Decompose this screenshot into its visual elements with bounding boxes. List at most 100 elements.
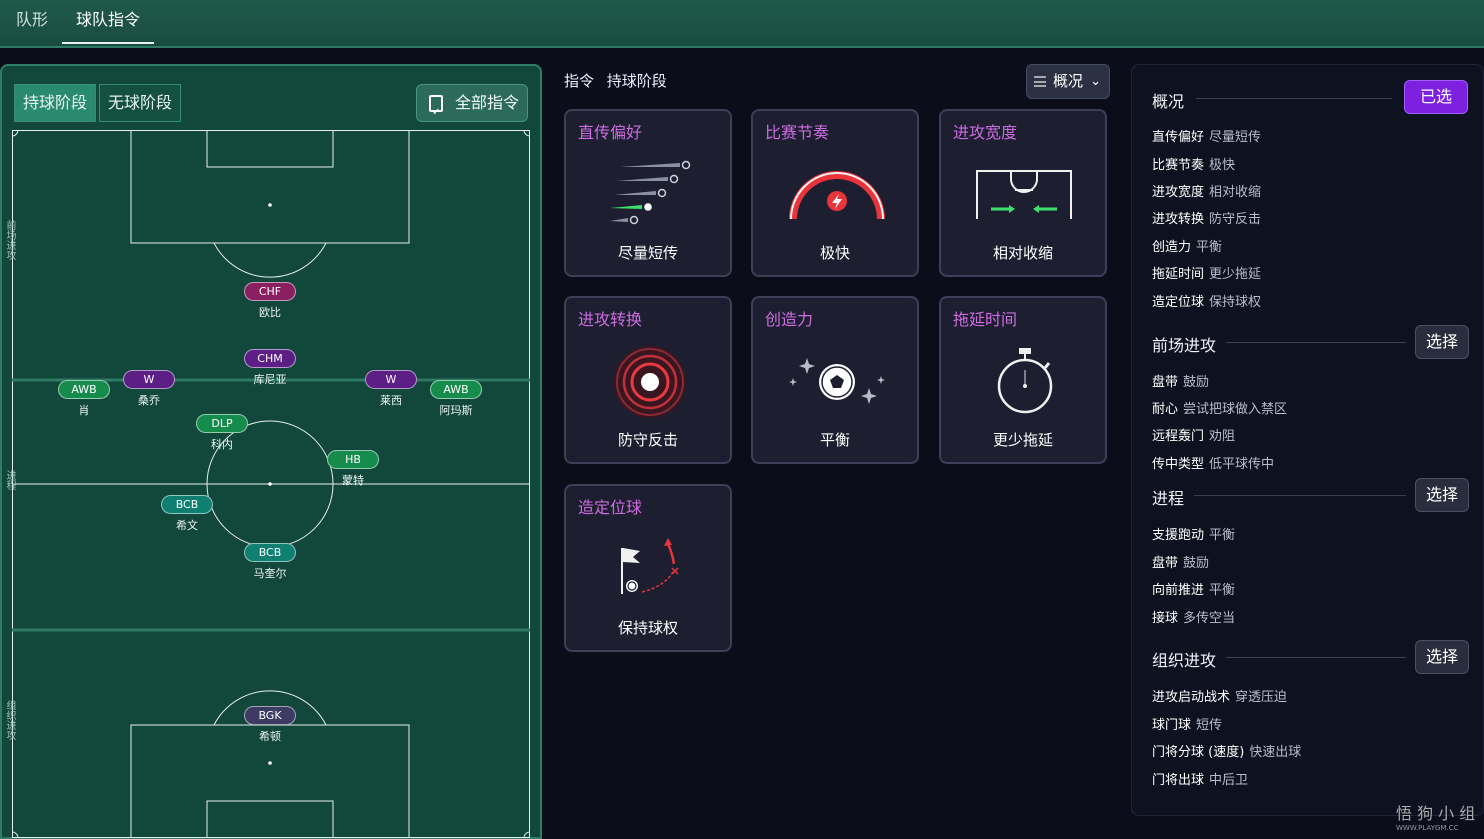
pitch: 前场进攻 进程 组织进攻 CHF 欧比 CHM 库尼亚 W 桑乔 W 莱西 AW… [4, 130, 530, 838]
summary-row: 拖延时间 更少拖延 [1152, 267, 1262, 282]
role-badge: W [123, 370, 175, 389]
summary-row: 门将分球 (速度) 快速出球 [1152, 745, 1302, 760]
role-badge: BCB [161, 495, 213, 514]
player-bcb-center[interactable]: BCB 马奎尔 [230, 541, 310, 581]
player-name: 希文 [176, 519, 198, 532]
summary-row: 直传偏好 尽量短传 [1152, 130, 1262, 145]
divider [1226, 342, 1406, 343]
role-badge: AWB [58, 380, 110, 399]
card-value: 极快 [819, 244, 850, 262]
role-badge: BGK [244, 706, 296, 725]
all-instructions-button[interactable]: 全部指令 [416, 84, 528, 131]
player-awb-right[interactable]: AWB 阿玛斯 [416, 378, 496, 418]
overview-selected-button[interactable]: 已选 [1404, 80, 1468, 114]
card-value: 保持球权 [617, 619, 678, 637]
role-badge: CHF [244, 282, 296, 301]
all-instructions-label: 全部指令 [455, 93, 520, 112]
player-dlp[interactable]: DLP 科内 [182, 412, 262, 452]
summary-row: 造定位球 保持球权 [1152, 295, 1262, 310]
section-title-overview: 概况 [1152, 92, 1185, 111]
section-title-final-third: 前场进攻 [1152, 336, 1217, 355]
summary-row: 传中类型 低平球传中 [1152, 457, 1275, 472]
card-value: 防守反击 [617, 431, 678, 449]
card-set-pieces[interactable]: 造定位球 保持球权 [564, 484, 732, 652]
build-up-select-button[interactable]: 选择 [1415, 640, 1469, 674]
player-chf[interactable]: CHF 欧比 [230, 280, 310, 320]
card-time-wasting[interactable]: 拖延时间 更少拖延 [939, 296, 1107, 464]
summary-row: 远程轰门 劝阻 [1152, 429, 1236, 444]
watermark-main: 悟 狗 小 组 [1396, 804, 1476, 823]
divider [1196, 98, 1392, 99]
stopwatch-icon [997, 348, 1053, 414]
view-dropdown[interactable]: 概况 ⌄ [1026, 64, 1110, 99]
card-value: 更少拖延 [992, 431, 1053, 449]
summary-panel: 概况 已选 直传偏好 尽量短传 比赛节奏 极快 进攻宽度 相对收缩 进攻转换 防守反击 … [1131, 64, 1484, 816]
card-title: 造定位球 [578, 498, 643, 517]
summary-row: 门将出球 中后卫 [1152, 773, 1249, 788]
card-attacking-width[interactable]: 进攻宽度 相对收缩 [939, 109, 1107, 277]
watermark-sub: WWW.PLAYGM.CC [1396, 824, 1459, 832]
card-creativity[interactable]: 创造力 平衡 [751, 296, 919, 464]
chevron-down-icon: ⌄ [1090, 74, 1101, 89]
card-title: 进攻宽度 [953, 123, 1018, 142]
player-name: 希顿 [259, 730, 281, 743]
instructions-phase: 持球阶段 [606, 72, 667, 90]
card-title: 拖延时间 [953, 310, 1018, 329]
zone-label-build-up: 组织进攻 [4, 700, 15, 740]
player-bgk[interactable]: BGK 希顿 [230, 704, 310, 744]
player-hb[interactable]: HB 蒙特 [313, 448, 393, 488]
summary-row: 盘带 鼓励 [1152, 556, 1210, 571]
tab-team-instructions[interactable]: 球队指令 [61, 0, 155, 46]
tab-formation[interactable]: 队形 [16, 0, 48, 46]
summary-row: 接球 多传空当 [1152, 611, 1236, 626]
final-third-select-button[interactable]: 选择 [1415, 325, 1469, 359]
attack-width-icon [976, 170, 1072, 219]
player-name: 科内 [211, 438, 233, 451]
out-of-possession-tab[interactable]: 无球阶段 [99, 84, 182, 122]
section-title-build-up: 组织进攻 [1152, 651, 1217, 670]
instructions-label: 指令 [564, 72, 595, 90]
role-badge: BCB [244, 543, 296, 562]
in-possession-tab[interactable]: 持球阶段 [14, 84, 97, 122]
instructions-header: 指令 持球阶段 [564, 70, 675, 91]
card-title: 直传偏好 [578, 123, 643, 142]
player-name: 库尼亚 [253, 373, 287, 386]
summary-row: 比赛节奏 极快 [1152, 158, 1236, 173]
summary-row: 进攻转换 防守反击 [1152, 212, 1262, 227]
card-value: 相对收缩 [992, 244, 1053, 262]
summary-row: 耐心 尝试把球做入禁区 [1152, 402, 1288, 417]
list-icon [1034, 76, 1046, 87]
summary-row: 进攻启动战术 穿透压迫 [1152, 690, 1288, 705]
zone-label-final-third: 前场进攻 [4, 220, 15, 260]
player-bcb-left[interactable]: BCB 希文 [147, 493, 227, 533]
role-badge: W [365, 370, 417, 389]
view-dropdown-value: 概况 [1053, 72, 1084, 90]
player-name: 阿玛斯 [439, 404, 473, 417]
card-transition[interactable]: 进攻转换 防守反击 [564, 296, 732, 464]
checklist-icon [429, 95, 443, 131]
summary-row: 盘带 鼓励 [1152, 375, 1210, 390]
set-piece-flag-icon [621, 538, 679, 594]
player-awb-left[interactable]: AWB 肖 [44, 378, 124, 418]
player-name: 马奎尔 [253, 567, 287, 580]
role-badge: CHM [244, 349, 296, 368]
progression-select-button[interactable]: 选择 [1415, 478, 1469, 512]
card-value: 平衡 [819, 431, 850, 449]
zone-label-progression: 进程 [4, 470, 15, 490]
card-passing-directness[interactable]: 直传偏好 尽量短传 [564, 109, 732, 277]
divider [1226, 657, 1406, 658]
player-name: 欧比 [259, 306, 281, 319]
summary-row: 向前推进 平衡 [1152, 583, 1236, 598]
card-title: 创造力 [765, 310, 814, 329]
summary-row: 支援跑动 平衡 [1152, 528, 1236, 543]
player-name: 蒙特 [342, 474, 364, 487]
card-tempo[interactable]: 比赛节奏 极快 [751, 109, 919, 277]
pitch-panel: 持球阶段 无球阶段 全部指令 前场进攻 进程 组织进攻 [0, 64, 542, 839]
watermark-logo: 悟 狗 小 组 WWW.PLAYGM.CC [1360, 800, 1475, 832]
card-title: 进攻转换 [578, 310, 643, 329]
summary-row: 创造力 平衡 [1152, 240, 1223, 255]
role-badge: HB [327, 450, 379, 469]
card-title: 比赛节奏 [765, 123, 830, 142]
transition-target-icon [614, 346, 686, 418]
player-chm[interactable]: CHM 库尼亚 [230, 347, 310, 387]
